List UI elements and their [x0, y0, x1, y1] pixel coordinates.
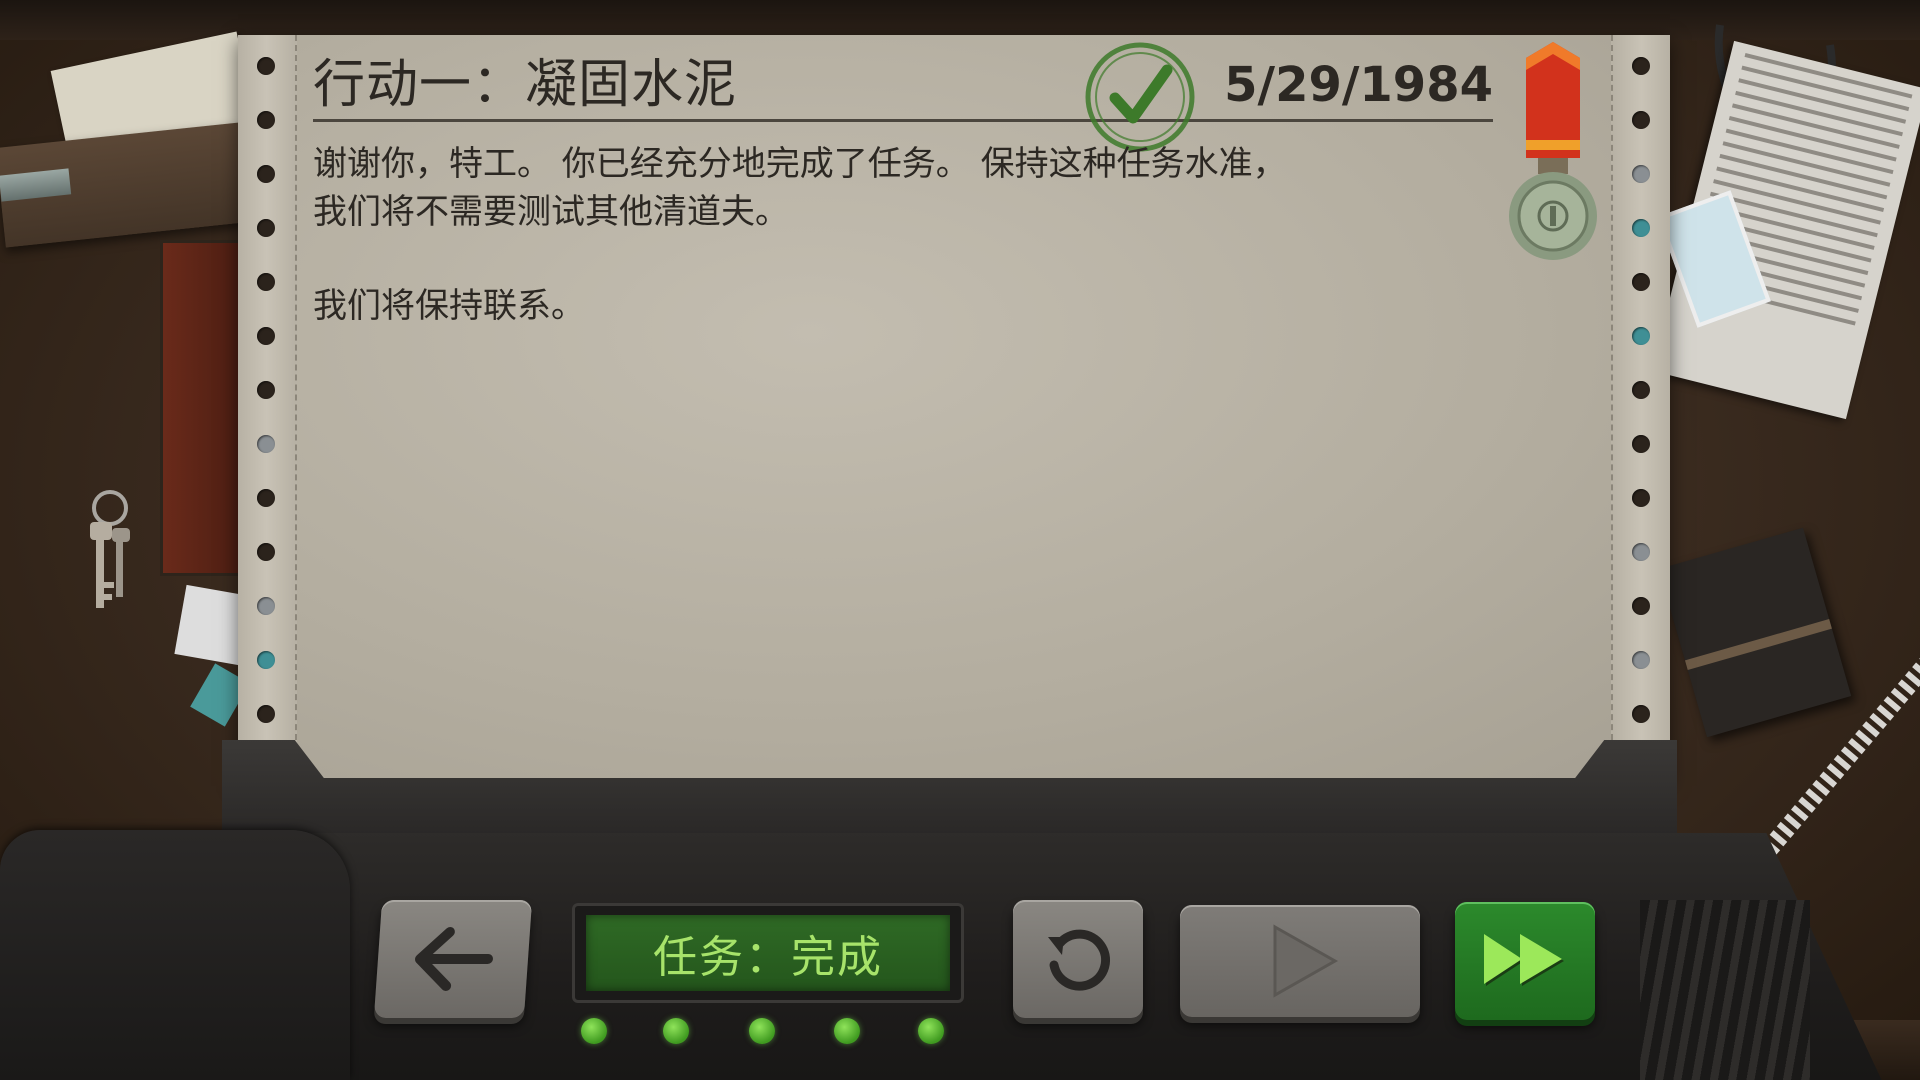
keys-icon: [90, 490, 130, 608]
telephone-handset: [0, 830, 350, 1080]
desk-background: [0, 0, 1920, 40]
restart-icon: [1048, 929, 1111, 991]
game-scene: 行动一：凝固水泥 5/29/1984 谢谢你，特工。 你已经充分地完成了任务。 …: [0, 0, 1920, 1080]
checkmark-stamp-icon: [1085, 42, 1195, 152]
message-line: 我们将不需要测试其他清道夫。: [313, 192, 789, 232]
status-display: 任务：完成: [586, 915, 950, 991]
progress-dot: [663, 1018, 689, 1044]
mission-message: 谢谢你，特工。 你已经充分地完成了任务。 保持这种任务水准， 我们将不需要测试其…: [313, 140, 1493, 330]
speaker-grill: [1640, 900, 1810, 1080]
mission-date: 5/29/1984: [1224, 57, 1493, 113]
fast-forward-icon: [1484, 934, 1564, 986]
progress-dot: [581, 1018, 607, 1044]
status-display-frame: 任务：完成: [572, 903, 964, 1003]
restart-button[interactable]: [1013, 900, 1143, 1018]
progress-dot: [749, 1018, 775, 1044]
medal-icon: [1509, 42, 1597, 260]
tractor-feed-right: [1611, 35, 1670, 780]
back-button[interactable]: [373, 900, 533, 1018]
message-line: 我们将保持联系。: [313, 286, 585, 326]
title-divider: [313, 119, 1493, 122]
tractor-feed-left: [238, 35, 297, 780]
play-button[interactable]: [1180, 905, 1420, 1017]
progress-dot: [918, 1018, 944, 1044]
mission-report-paper: 行动一：凝固水泥 5/29/1984 谢谢你，特工。 你已经充分地完成了任务。 …: [238, 35, 1670, 780]
progress-dot: [834, 1018, 860, 1044]
play-icon: [1273, 924, 1339, 998]
arrow-left-icon: [414, 927, 494, 991]
message-line: 谢谢你，特工。 你已经充分地完成了任务。 保持这种任务水准，: [313, 144, 1287, 184]
fast-forward-button[interactable]: [1455, 902, 1595, 1020]
